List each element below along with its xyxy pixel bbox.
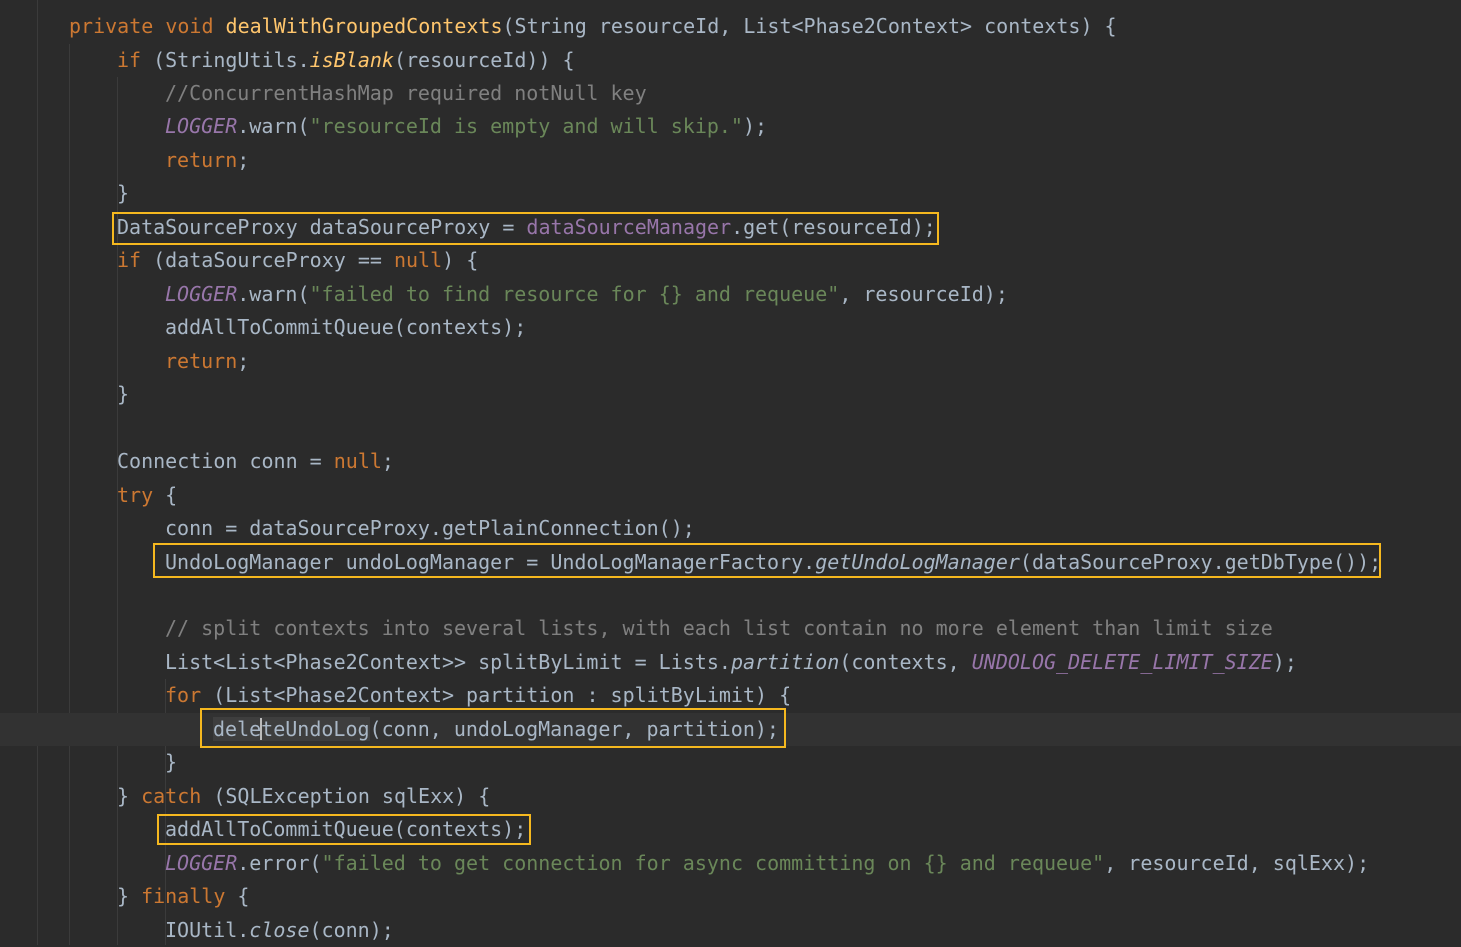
code-token: { xyxy=(165,483,178,507)
code-line[interactable]: deleteUndoLog(conn, undoLogManager, part… xyxy=(0,713,1461,746)
code-token: } xyxy=(117,181,130,205)
code-line[interactable]: if (StringUtils.isBlank(resourceId)) { xyxy=(0,44,1461,77)
code-line[interactable]: if (dataSourceProxy == null) { xyxy=(0,244,1461,277)
code-line[interactable]: DataSourceProxy dataSourceProxy = dataSo… xyxy=(0,211,1461,244)
code-line[interactable] xyxy=(0,579,1461,612)
code-line[interactable]: Connection conn = null; xyxy=(0,445,1461,478)
code-token: getUndoLogManager xyxy=(815,550,1020,574)
code-token: "resourceId is empty and will skip." xyxy=(309,114,743,138)
code-token: ); xyxy=(742,114,768,138)
code-token: (List<Phase2Context> partition : splitBy… xyxy=(213,683,792,707)
code-token: deleteUndoLog xyxy=(213,717,370,741)
code-line[interactable]: addAllToCommitQueue(contexts); xyxy=(0,813,1461,846)
code-token: ) { xyxy=(442,248,479,272)
code-token: (contexts, xyxy=(839,650,972,674)
code-line[interactable] xyxy=(0,412,1461,445)
code-token: (StringUtils. xyxy=(153,48,310,72)
code-token: .warn( xyxy=(237,282,310,306)
code-token: DataSourceProxy dataSourceProxy = xyxy=(117,215,527,239)
code-token: if xyxy=(117,248,154,272)
code-line[interactable]: UndoLogManager undoLogManager = UndoLogM… xyxy=(0,546,1461,579)
code-line[interactable]: conn = dataSourceProxy.getPlainConnectio… xyxy=(0,512,1461,545)
code-token: .get(resourceId); xyxy=(731,215,936,239)
code-line[interactable]: } xyxy=(0,378,1461,411)
code-token: catch xyxy=(141,784,214,808)
code-token: (SQLException sqlExx) { xyxy=(213,784,491,808)
code-token: } xyxy=(117,382,130,406)
code-token: if xyxy=(117,48,154,72)
code-token: , resourceId); xyxy=(839,282,1008,306)
code-line[interactable]: try { xyxy=(0,479,1461,512)
code-line[interactable]: addAllToCommitQueue(contexts); xyxy=(0,311,1461,344)
code-token: (conn, undoLogManager, partition); xyxy=(369,717,779,741)
code-line[interactable]: return; xyxy=(0,144,1461,177)
code-token: partition xyxy=(730,650,840,674)
code-token: "failed to get connection for async comm… xyxy=(321,851,1105,875)
code-token: addAllToCommitQueue(contexts); xyxy=(165,817,527,841)
code-token: } xyxy=(117,784,142,808)
code-token: null xyxy=(333,449,382,473)
code-line[interactable]: return; xyxy=(0,345,1461,378)
code-token: .error( xyxy=(237,851,322,875)
code-line[interactable]: } xyxy=(0,177,1461,210)
code-token: UNDOLOG_DELETE_LIMIT_SIZE xyxy=(971,650,1273,674)
code-token: private xyxy=(69,14,166,38)
code-line[interactable]: LOGGER.error("failed to get connection f… xyxy=(0,847,1461,880)
code-token: conn = dataSourceProxy.getPlainConnectio… xyxy=(165,516,695,540)
code-token: (dataSourceProxy.getDbType()); xyxy=(1019,550,1382,574)
code-token: for xyxy=(165,683,214,707)
code-token: , resourceId, sqlExx); xyxy=(1104,851,1370,875)
code-token: Connection conn = xyxy=(117,449,334,473)
code-token: } xyxy=(117,884,142,908)
code-token: LOGGER xyxy=(165,851,238,875)
code-line[interactable]: } xyxy=(0,746,1461,779)
code-token: return xyxy=(165,349,238,373)
code-token: //ConcurrentHashMap required notNull key xyxy=(165,81,647,105)
code-token: void xyxy=(165,14,226,38)
code-token: (resourceId)) { xyxy=(393,48,575,72)
code-token: List<List<Phase2Context>> splitByLimit =… xyxy=(165,650,731,674)
code-token: return xyxy=(165,148,238,172)
code-token: (conn); xyxy=(309,918,394,942)
code-token: .warn( xyxy=(237,114,310,138)
code-token: ; xyxy=(237,349,250,373)
code-token: { xyxy=(237,884,250,908)
text-caret xyxy=(260,718,262,740)
code-line[interactable]: private void dealWithGroupedContexts(Str… xyxy=(0,10,1461,43)
code-token: isBlank xyxy=(309,48,394,72)
code-token: (dataSourceProxy == xyxy=(153,248,394,272)
code-token: ); xyxy=(1272,650,1297,674)
code-token: "failed to find resource for {} and requ… xyxy=(309,282,840,306)
code-line[interactable]: IOUtil.close(conn); xyxy=(0,914,1461,947)
code-token: ; xyxy=(237,148,250,172)
code-token: addAllToCommitQueue(contexts); xyxy=(165,315,527,339)
code-token: null xyxy=(393,248,443,272)
code-line[interactable]: List<List<Phase2Context>> splitByLimit =… xyxy=(0,646,1461,679)
code-line[interactable]: //ConcurrentHashMap required notNull key xyxy=(0,77,1461,110)
code-token: (String resourceId, List<Phase2Context> … xyxy=(502,14,1117,38)
code-token: close xyxy=(249,918,310,942)
code-token: dealWithGroupedContexts xyxy=(225,14,503,38)
code-token: try xyxy=(117,483,166,507)
code-editor[interactable]: private void dealWithGroupedContexts(Str… xyxy=(0,0,1461,945)
code-token: finally xyxy=(141,884,238,908)
code-line[interactable]: LOGGER.warn("resourceId is empty and wil… xyxy=(0,110,1461,143)
code-token: LOGGER xyxy=(165,282,238,306)
code-token: ; xyxy=(381,449,394,473)
code-token: LOGGER xyxy=(165,114,238,138)
code-line[interactable]: } catch (SQLException sqlExx) { xyxy=(0,780,1461,813)
code-token: UndoLogManager undoLogManager = UndoLogM… xyxy=(165,550,816,574)
code-line[interactable]: // split contexts into several lists, wi… xyxy=(0,612,1461,645)
code-token: IOUtil. xyxy=(165,918,250,942)
code-token: dataSourceManager xyxy=(526,215,732,239)
code-line[interactable]: } finally { xyxy=(0,880,1461,913)
code-line[interactable]: for (List<Phase2Context> partition : spl… xyxy=(0,679,1461,712)
code-token: // split contexts into several lists, wi… xyxy=(165,616,1273,640)
code-line[interactable]: LOGGER.warn("failed to find resource for… xyxy=(0,278,1461,311)
code-token: } xyxy=(165,750,178,774)
